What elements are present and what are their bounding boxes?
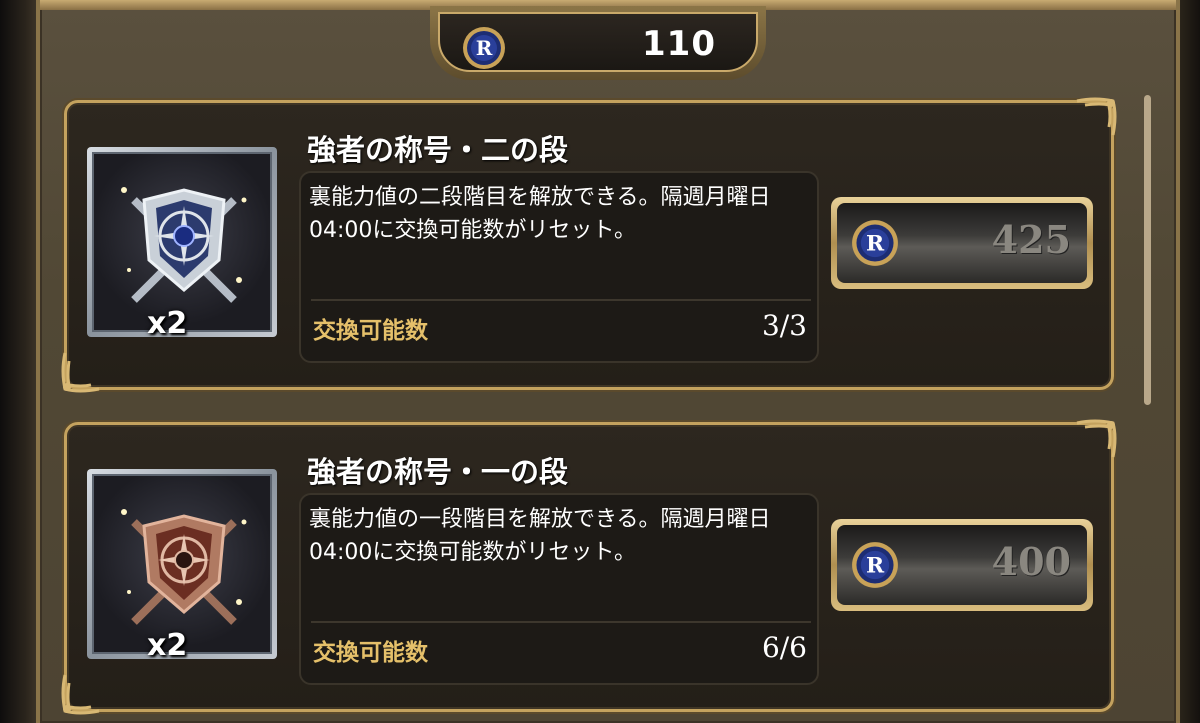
- r-medal-coin-icon: R: [851, 541, 899, 593]
- exchange-price: 425: [991, 217, 1071, 262]
- svg-text:R: R: [866, 232, 885, 257]
- currency-inner-frame: R 110: [438, 12, 758, 72]
- ornament-corner-icon: [61, 352, 100, 393]
- divider: [311, 621, 811, 623]
- shop-item-card: x2 強者の称号・二の段 裏能力値の二段階目を解放できる。隔週月曜日04:00に…: [61, 97, 1117, 393]
- divider: [311, 299, 811, 301]
- price-button-inner: R 400: [837, 525, 1087, 605]
- item-title: 強者の称号・一の段: [307, 455, 569, 489]
- ornament-corner-icon: [1076, 419, 1117, 458]
- list-scrollbar[interactable]: [1144, 95, 1151, 405]
- ornament-corner-icon: [61, 674, 100, 715]
- item-description: 裏能力値の一段階目を解放できる。隔週月曜日04:00に交換可能数がリセット。: [309, 507, 771, 565]
- ornament-corner-icon: [1076, 97, 1117, 136]
- exchange-limit-label: 交換可能数: [313, 318, 428, 344]
- exchange-price: 400: [991, 539, 1071, 584]
- svg-text:R: R: [476, 36, 493, 60]
- bronze-crest-icon: [92, 474, 272, 654]
- item-icon-frame[interactable]: x2: [87, 147, 277, 341]
- exchange-limit-value: 6/6: [761, 631, 807, 664]
- r-medal-coin-icon: R: [851, 219, 899, 271]
- currency-display: R 110: [430, 6, 766, 80]
- exchange-price-button[interactable]: R 425: [831, 197, 1093, 289]
- exchange-price-button[interactable]: R 400: [831, 519, 1093, 611]
- price-button-inner: R 425: [837, 203, 1087, 283]
- svg-text:R: R: [866, 554, 885, 579]
- item-title: 強者の称号・二の段: [307, 133, 569, 167]
- exchange-limit-label: 交換可能数: [313, 640, 428, 666]
- currency-amount: 110: [642, 24, 716, 64]
- item-description: 裏能力値の二段階目を解放できる。隔週月曜日04:00に交換可能数がリセット。: [309, 185, 771, 243]
- item-quantity: x2: [147, 306, 188, 341]
- item-description-box: 裏能力値の一段階目を解放できる。隔週月曜日04:00に交換可能数がリセット。 交…: [299, 493, 819, 685]
- r-medal-coin-icon: R: [462, 26, 506, 74]
- item-icon-frame[interactable]: x2: [87, 469, 277, 663]
- silver-crest-icon: [92, 152, 272, 332]
- right-background-edge: [1180, 0, 1200, 723]
- item-description-box: 裏能力値の二段階目を解放できる。隔週月曜日04:00に交換可能数がリセット。 交…: [299, 171, 819, 363]
- shop-item-card: x2 強者の称号・一の段 裏能力値の一段階目を解放できる。隔週月曜日04:00に…: [61, 419, 1117, 715]
- left-background-edge: [0, 0, 36, 723]
- item-quantity: x2: [147, 628, 188, 663]
- exchange-limit-value: 3/3: [761, 309, 807, 342]
